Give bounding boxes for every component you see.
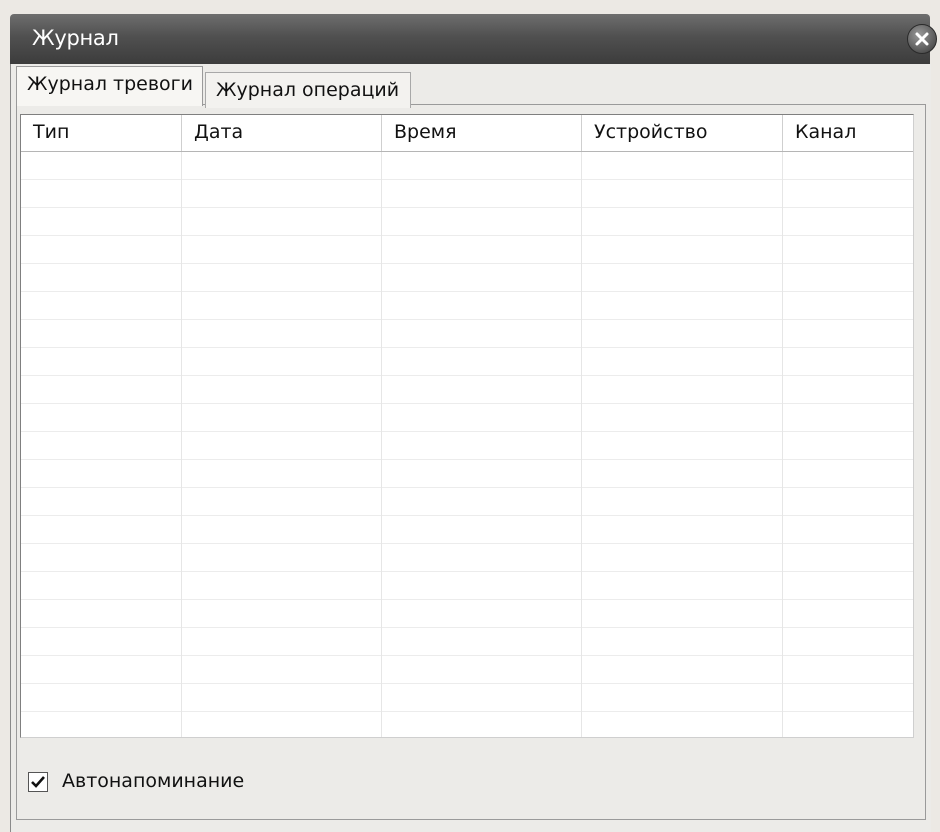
column-header-device[interactable]: Устройство [582,115,783,151]
tab-alarm-log-label: Журнал тревоги [27,73,193,95]
table-body[interactable] [21,152,913,737]
column-header-date[interactable]: Дата [182,115,382,151]
column-divider [581,152,582,737]
close-button[interactable] [907,24,937,54]
tab-alarm-log[interactable]: Журнал тревоги [16,66,203,106]
column-divider [782,152,783,737]
window-title: Журнал [32,26,119,50]
checkmark-icon [31,776,45,788]
auto-reminder-checkbox[interactable] [28,772,48,792]
tab-operation-log-label: Журнал операций [216,79,400,101]
column-header-channel[interactable]: Канал [783,115,913,151]
tab-operation-log[interactable]: Журнал операций [205,72,411,108]
column-header-type[interactable]: Тип [21,115,182,151]
title-bar[interactable]: Журнал [10,14,930,64]
log-window: Журнал Журнал тревоги Журнал операций Ти… [0,0,940,832]
column-divider [381,152,382,737]
log-table[interactable]: Тип Дата Время Устройство Канал [20,114,914,738]
table-header: Тип Дата Время Устройство Канал [21,115,913,152]
close-icon [915,32,929,46]
auto-reminder-label[interactable]: Автонапоминание [62,770,244,792]
column-divider [181,152,182,737]
column-header-time[interactable]: Время [382,115,582,151]
